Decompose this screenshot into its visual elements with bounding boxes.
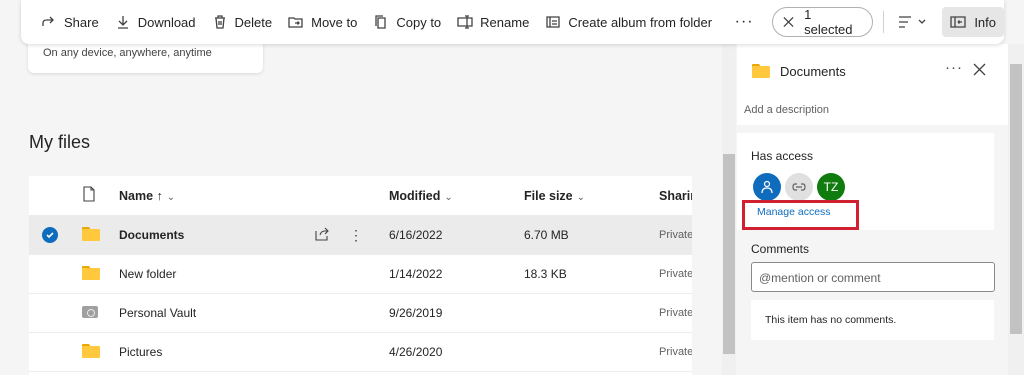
file-name[interactable]: Personal Vault	[119, 306, 196, 320]
file-list: Name ↑⌄ Modified⌄ File size⌄ Sharing Doc…	[29, 176, 692, 375]
row-checkbox[interactable]	[42, 227, 58, 243]
share-button[interactable]: Share	[35, 7, 105, 37]
list-view-icon	[899, 16, 926, 28]
file-type-icon	[82, 186, 96, 205]
folder-icon	[82, 265, 100, 283]
chevron-down-icon: ⌄	[166, 191, 176, 203]
file-name[interactable]: New folder	[119, 267, 176, 281]
info-pane-icon	[950, 16, 966, 28]
table-row[interactable]: New folder 1/14/2022 18.3 KB Private	[29, 255, 692, 294]
checkmark-icon	[42, 227, 58, 243]
shared-people-avatar[interactable]	[753, 173, 781, 201]
has-access-heading: Has access	[751, 149, 814, 163]
modified-date: 1/14/2022	[389, 267, 443, 281]
share-icon	[42, 16, 54, 26]
command-bar: Share Download Delete Move to Copy to Re…	[21, 0, 1004, 44]
rename-button[interactable]: Rename	[451, 7, 535, 37]
file-size: 6.70 MB	[524, 228, 569, 242]
copy-icon	[375, 15, 387, 29]
move-to-label: Move to	[311, 14, 358, 30]
modified-date: 4/26/2020	[389, 345, 443, 359]
rename-label: Rename	[480, 14, 530, 30]
comments-heading: Comments	[751, 242, 810, 256]
table-header: Name ↑⌄ Modified⌄ File size⌄ Sharing	[29, 176, 692, 216]
table-row[interactable]: Documents ⋮ 6/16/2022 6.70 MB Private	[29, 216, 692, 255]
link-avatar[interactable]	[785, 173, 813, 201]
table-row[interactable]: Pictures 4/26/2020 Private	[29, 333, 692, 372]
more-actions-button[interactable]: ···	[730, 7, 758, 37]
column-name-label: Name ↑	[119, 188, 163, 203]
column-modified-label: Modified	[389, 188, 441, 203]
page-title: My files	[29, 132, 91, 152]
move-to-button[interactable]: Move to	[282, 7, 363, 37]
avatar[interactable]: TZ	[817, 173, 845, 201]
delete-label: Delete	[234, 14, 273, 30]
scrollbar[interactable]	[1008, 44, 1024, 375]
scrollbar-thumb[interactable]	[723, 154, 735, 354]
close-icon[interactable]	[783, 16, 794, 28]
description-field[interactable]: Add a description	[744, 104, 829, 116]
more-options-icon[interactable]: ⋮	[349, 227, 363, 244]
delete-button[interactable]: Delete	[206, 7, 279, 37]
info-label: Info	[974, 14, 996, 30]
comment-input[interactable]: @mention or comment	[751, 262, 995, 292]
download-button[interactable]: Download	[109, 7, 202, 37]
pane-title: Documents	[780, 64, 846, 79]
toolbar-divider	[883, 11, 885, 33]
vault-icon	[82, 305, 98, 321]
pane-header: Documents ··· Add a description	[737, 44, 1008, 125]
folder-icon	[82, 343, 100, 361]
rename-icon	[457, 15, 473, 29]
highlight-annotation	[742, 200, 859, 230]
close-icon[interactable]	[973, 63, 986, 81]
selection-pill[interactable]: 1 selected	[772, 7, 874, 37]
chevron-down-icon: ⌄	[444, 191, 453, 203]
no-comments-text: This item has no comments.	[765, 314, 897, 326]
people-icon	[761, 180, 773, 194]
file-name[interactable]: Documents	[119, 228, 184, 242]
promo-text: On any device, anywhere, anytime	[43, 47, 212, 59]
move-folder-icon	[288, 17, 303, 28]
column-modified[interactable]: Modified ⌄	[389, 189, 453, 203]
pane-more-button[interactable]: ···	[945, 59, 963, 76]
folder-icon	[82, 226, 100, 244]
column-sharing[interactable]: Sharing	[659, 189, 692, 203]
share-icon[interactable]	[314, 226, 330, 245]
no-comments-message: This item has no comments.	[751, 300, 994, 340]
column-size-label: File size	[524, 188, 573, 203]
album-icon	[546, 16, 560, 28]
download-icon	[117, 16, 128, 29]
column-name[interactable]: Name ↑ ⌄	[119, 189, 175, 203]
link-icon	[792, 183, 806, 191]
create-album-button[interactable]: Create album from folder	[539, 7, 718, 37]
modified-date: 6/16/2022	[389, 228, 443, 242]
copy-to-button[interactable]: Copy to	[367, 7, 447, 37]
sharing-status: Private	[659, 346, 692, 358]
copy-to-label: Copy to	[396, 14, 442, 30]
download-label: Download	[137, 14, 196, 30]
table-row[interactable]: Personal Vault 9/26/2019 Private	[29, 294, 692, 333]
modified-date: 9/26/2019	[389, 306, 443, 320]
chevron-down-icon: ⌄	[576, 191, 586, 203]
trash-icon	[214, 15, 225, 29]
scrollbar[interactable]	[722, 44, 736, 375]
selected-count: 1 selected	[804, 7, 853, 37]
sharing-status: Private	[659, 229, 692, 241]
share-label: Share	[64, 14, 99, 30]
scrollbar-thumb[interactable]	[1010, 64, 1022, 334]
column-file-size[interactable]: File size ⌄	[524, 189, 585, 203]
file-size: 18.3 KB	[524, 267, 567, 281]
folder-icon	[752, 64, 770, 78]
sharing-status: Private	[659, 307, 692, 319]
info-button[interactable]: Info	[942, 7, 1004, 37]
file-name[interactable]: Pictures	[119, 345, 162, 359]
create-album-label: Create album from folder	[568, 14, 713, 30]
view-options-button[interactable]	[892, 7, 934, 37]
sharing-status: Private	[659, 268, 692, 280]
